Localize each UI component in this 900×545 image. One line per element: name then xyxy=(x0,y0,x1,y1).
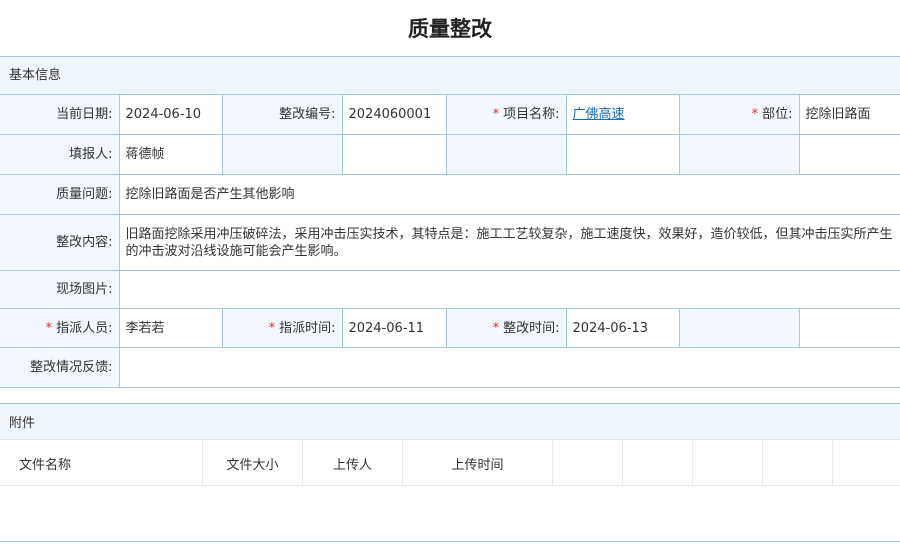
reporter-value: 蒋德帧 xyxy=(118,134,223,175)
basic-info-header: 基本信息 xyxy=(0,56,900,95)
required-mark: * xyxy=(492,107,500,122)
empty-cell xyxy=(678,308,800,348)
rectify-time-label: 整改时间: xyxy=(503,320,560,336)
site-photos-label: 现场图片: xyxy=(0,270,120,309)
site-photos-area[interactable] xyxy=(118,270,900,309)
col-upload-time: 上传时间 xyxy=(403,440,553,486)
attachments-header: 附件 xyxy=(0,403,900,440)
empty-cell xyxy=(341,134,447,175)
bottom-border xyxy=(0,541,900,542)
project-name-label: 项目名称: xyxy=(503,107,560,122)
department-label: 部位: xyxy=(762,107,793,122)
required-mark: * xyxy=(492,320,500,336)
assign-time-value: 2024-06-11 xyxy=(341,308,447,348)
rectify-content-label: 整改内容: xyxy=(0,214,120,271)
rectify-content-value: 旧路面挖除采用冲压破碎法，采用冲击压实技术，其特点是：施工工艺较复杂，施工速度快… xyxy=(118,214,900,271)
empty-cell xyxy=(678,134,800,175)
reporter-label: 填报人: xyxy=(0,134,120,175)
rectify-no-value: 2024060001 xyxy=(341,94,447,135)
assignee-label: 指派人员: xyxy=(56,320,113,336)
empty-cell xyxy=(798,134,900,175)
quality-form: 基本信息 当前日期: 2024-06-10 整改编号: 2024060001 *… xyxy=(0,56,900,388)
project-name-cell: 广佛高速 xyxy=(565,94,680,135)
empty-column xyxy=(693,440,763,486)
assignee-value: 李若若 xyxy=(118,308,223,348)
quality-issue-label: 质量问题: xyxy=(0,174,120,215)
empty-column xyxy=(833,440,900,486)
col-file-name: 文件名称 xyxy=(0,440,203,486)
col-uploader: 上传人 xyxy=(303,440,403,486)
page-title: 质量整改 xyxy=(408,17,492,41)
empty-column xyxy=(763,440,833,486)
empty-cell xyxy=(798,308,900,348)
basic-info-title: 基本信息 xyxy=(0,56,900,95)
empty-cell xyxy=(445,134,567,175)
attachments-table-header: 文件名称 文件大小 上传人 上传时间 xyxy=(0,440,900,486)
current-date-label: 当前日期: xyxy=(0,94,120,135)
required-mark: * xyxy=(268,320,276,336)
col-file-size: 文件大小 xyxy=(203,440,303,486)
empty-cell xyxy=(565,134,680,175)
required-mark: * xyxy=(751,107,759,122)
assign-time-label-cell: * 指派时间: xyxy=(221,308,343,348)
empty-cell xyxy=(221,134,343,175)
quality-issue-value: 挖除旧路面是否产生其他影响 xyxy=(118,174,900,215)
feedback-label: 整改情况反馈: xyxy=(0,347,120,388)
department-label-cell: * 部位: xyxy=(678,94,800,135)
assignee-label-cell: * 指派人员: xyxy=(0,308,120,348)
project-name-link[interactable]: 广佛高速 xyxy=(573,107,625,122)
required-mark: * xyxy=(45,320,53,336)
feedback-value[interactable] xyxy=(118,347,900,388)
empty-column xyxy=(553,440,623,486)
assign-time-label: 指派时间: xyxy=(279,320,336,336)
rectify-time-label-cell: * 整改时间: xyxy=(445,308,567,348)
attachments-title: 附件 xyxy=(9,416,36,431)
current-date-value: 2024-06-10 xyxy=(118,94,223,135)
rectify-no-label: 整改编号: xyxy=(221,94,343,135)
project-name-label-cell: * 项目名称: xyxy=(445,94,567,135)
department-value: 挖除旧路面 xyxy=(798,94,900,135)
empty-column xyxy=(623,440,693,486)
rectify-time-value: 2024-06-13 xyxy=(565,308,680,348)
